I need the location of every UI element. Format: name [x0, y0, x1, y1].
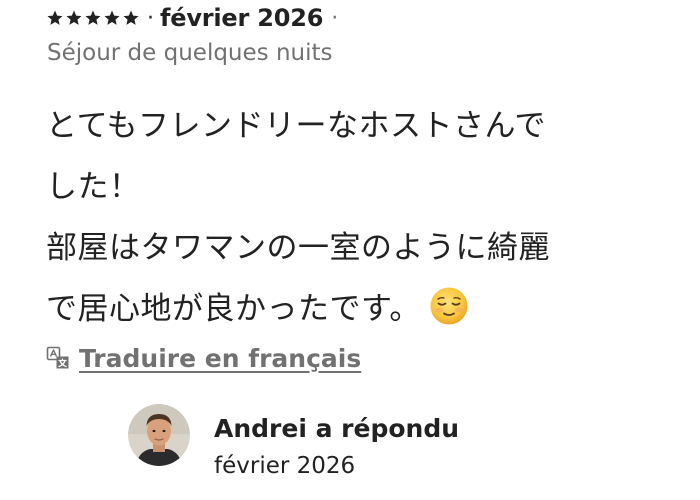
star-icon	[104, 10, 120, 25]
host-response-title: Andrei a répondu	[214, 414, 460, 443]
translate-link[interactable]: Traduire en français	[79, 344, 361, 373]
stay-type: Séjour de quelques nuits	[47, 40, 333, 66]
star-icon	[85, 10, 101, 25]
host-response: Andrei a répondu février 2026	[128, 404, 459, 484]
review-body-line: 部屋はタワマンの一室のように綺麗	[46, 230, 550, 266]
translate-row[interactable]: Traduire en français	[46, 340, 361, 376]
review-body-line-last: で居心地が良かったです。	[46, 279, 666, 340]
star-icon	[123, 10, 139, 25]
relieved-face-emoji-icon	[430, 287, 468, 325]
review-body: とてもフレンドリーなホストさんで した！ 部屋はタワマンの一室のように綺麗 で居…	[46, 96, 666, 340]
host-response-text: Andrei a répondu février 2026	[214, 414, 459, 479]
star-icon	[66, 10, 82, 25]
review-body-line: とてもフレンドリーなホストさんで	[46, 108, 546, 144]
star-icon	[47, 10, 63, 25]
meta-separator-trailing: ·	[331, 5, 339, 31]
review-date: février 2026	[160, 4, 324, 32]
review-body-line-text: で居心地が良かったです。	[46, 291, 421, 327]
star-rating	[46, 9, 140, 27]
translate-icon	[46, 346, 69, 369]
meta-separator: ·	[147, 5, 154, 31]
host-avatar	[128, 404, 190, 466]
review-body-line: した！	[46, 169, 141, 205]
review-meta: · février 2026 ·	[46, 4, 338, 32]
host-response-date: février 2026	[214, 453, 356, 479]
